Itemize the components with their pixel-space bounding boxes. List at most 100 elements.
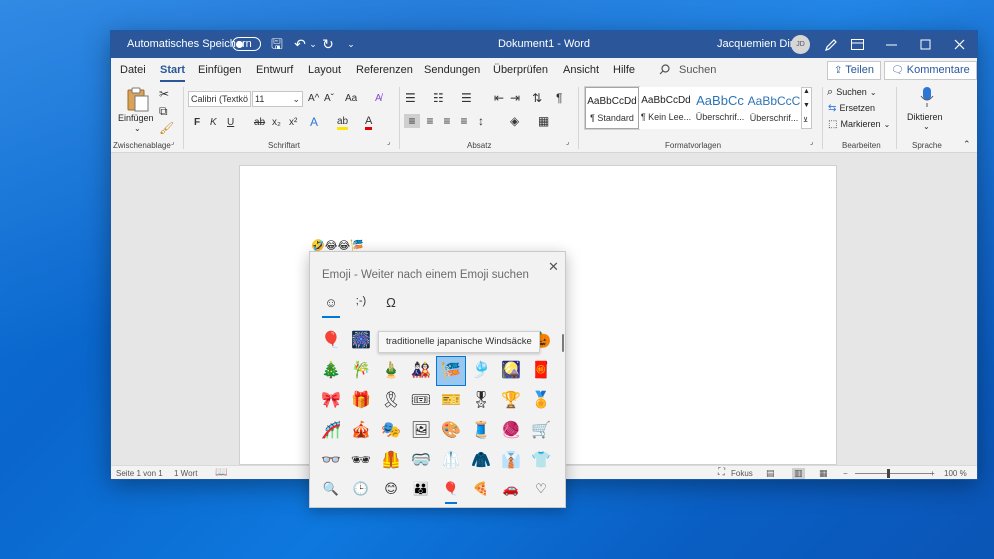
tab-sendungen[interactable]: Sendungen	[424, 64, 480, 76]
emoji-cell[interactable]: 🎭	[376, 416, 406, 446]
italic-button[interactable]: K	[210, 116, 217, 130]
dictate-button[interactable]: Diktieren ⌄	[903, 86, 951, 132]
category-symbols-heart-icon[interactable]: ♡	[530, 479, 552, 499]
emoji-cell[interactable]: 🦺	[376, 446, 406, 476]
tab-ueberpruefen[interactable]: Überprüfen	[493, 64, 548, 76]
tab-datei[interactable]: Datei	[120, 64, 146, 76]
tab-emoji[interactable]: ☺	[319, 295, 343, 318]
emoji-cell[interactable]: 🧵	[466, 416, 496, 446]
emoji-cell[interactable]: 🧥	[466, 446, 496, 476]
clear-formatting-icon[interactable]: A̸	[375, 92, 382, 106]
emoji-cell[interactable]: 🕶	[346, 446, 376, 476]
focus-label[interactable]: Fokus	[731, 469, 753, 478]
emoji-cell[interactable]: 🥼	[436, 446, 466, 476]
undo-dropdown-icon[interactable]: ⌄	[305, 36, 321, 52]
styles-launcher-icon[interactable]: ⌟	[810, 136, 813, 150]
bold-button[interactable]: F	[194, 116, 200, 130]
tab-hilfe[interactable]: Hilfe	[613, 64, 635, 76]
superscript-button[interactable]: x²	[289, 116, 297, 130]
font-launcher-icon[interactable]: ⌟	[387, 136, 390, 150]
read-mode-icon[interactable]: ▤	[766, 468, 775, 479]
emoji-cell[interactable]: 🎄	[316, 356, 346, 386]
show-marks-icon[interactable]: ¶	[556, 91, 562, 105]
page-count[interactable]: Seite 1 von 1	[116, 469, 163, 478]
align-right-icon[interactable]: ≡	[439, 114, 455, 128]
emoji-scrollbar[interactable]	[562, 334, 564, 352]
emoji-cell[interactable]: 🏆	[496, 386, 526, 416]
close-window-icon[interactable]	[942, 31, 976, 58]
category-travel-icon[interactable]: 🚗	[500, 479, 522, 499]
redo-icon[interactable]: ↻	[320, 36, 336, 52]
tab-entwurf[interactable]: Entwurf	[256, 64, 293, 76]
tab-symbols[interactable]: Ω	[379, 295, 403, 310]
increase-indent-icon[interactable]: ⇥	[510, 91, 520, 105]
emoji-cell[interactable]: 🎋	[346, 356, 376, 386]
line-spacing-icon[interactable]: ↕	[478, 114, 484, 128]
emoji-cell[interactable]: 🎈	[316, 326, 346, 356]
zoom-in-button[interactable]: +	[930, 469, 935, 478]
word-count[interactable]: 1 Wort	[174, 469, 197, 478]
replace-button[interactable]: ⇆ Ersetzen	[828, 102, 875, 114]
category-search-icon[interactable]: 🔍	[320, 479, 342, 499]
tab-start[interactable]: Start	[160, 64, 186, 82]
decrease-indent-icon[interactable]: ⇤	[494, 91, 504, 105]
emoji-cell[interactable]: 🧧	[526, 356, 556, 386]
emoji-cell[interactable]: 🎍	[376, 356, 406, 386]
sort-icon[interactable]: ⇅	[532, 91, 542, 105]
select-button[interactable]: ⬚ Markieren ⌄	[828, 118, 890, 130]
emoji-cell[interactable]: 🎖	[466, 386, 496, 416]
shading-icon[interactable]: ◈	[510, 114, 519, 128]
clipboard-launcher-icon[interactable]: ⌟	[171, 136, 174, 150]
close-icon[interactable]: ✕	[548, 259, 559, 275]
user-name[interactable]: Jacquemien Dirk	[717, 38, 799, 50]
autosave-toggle[interactable]	[232, 37, 261, 51]
save-icon[interactable]: 🖫	[269, 36, 285, 52]
emoji-cell[interactable]: 🖼	[406, 416, 436, 446]
category-people-icon[interactable]: 👪	[410, 479, 432, 499]
focus-icon[interactable]: ⛶	[718, 467, 725, 478]
shrink-font-icon[interactable]: Aˇ	[324, 92, 334, 106]
category-celebration-icon[interactable]: 🎈	[440, 479, 462, 504]
emoji-cell[interactable]: 🎐	[466, 356, 496, 386]
web-layout-icon[interactable]: ▦	[819, 468, 828, 479]
zoom-slider-handle[interactable]	[887, 469, 890, 478]
copy-icon[interactable]: ⧉	[159, 104, 168, 118]
category-food-icon[interactable]: 🍕	[470, 479, 492, 499]
maximize-icon[interactable]	[908, 31, 942, 58]
multilevel-list-icon[interactable]: ☰	[461, 91, 472, 105]
highlight-icon[interactable]: ab	[337, 116, 349, 130]
zoom-slider[interactable]	[855, 473, 931, 474]
emoji-cell[interactable]: 🏅	[526, 386, 556, 416]
style-standard[interactable]: AaBbCcDd ¶ Standard	[584, 86, 640, 130]
numbering-icon[interactable]: ☷	[433, 91, 444, 105]
styles-scroll[interactable]: ▲ ▼ ⊻	[801, 87, 812, 129]
style-heading-2[interactable]: AaBbCcC Überschrif...	[747, 87, 801, 129]
category-smileys-icon[interactable]: 😊	[380, 479, 402, 499]
strikethrough-button[interactable]: ab	[254, 116, 265, 130]
emoji-cell[interactable]: 🎆	[346, 326, 376, 356]
comments-button[interactable]: 🗨 Kommentare	[884, 61, 977, 80]
tab-einfuegen[interactable]: Einfügen	[198, 64, 241, 76]
emoji-cell[interactable]: 🎨	[436, 416, 466, 446]
emoji-cell[interactable]: 🎟	[406, 386, 436, 416]
cut-icon[interactable]: ✂	[159, 87, 169, 101]
format-painter-icon[interactable]: 🖌	[159, 121, 174, 135]
emoji-cell[interactable]: 🎑	[496, 356, 526, 386]
zoom-level[interactable]: 100 %	[944, 469, 967, 478]
font-size-dropdown[interactable]: 11 ⌄	[252, 91, 303, 107]
text-effects-icon[interactable]: A	[310, 115, 318, 129]
grow-font-icon[interactable]: A^	[308, 92, 319, 106]
search-box[interactable]: Suchen	[679, 64, 716, 76]
emoji-cell[interactable]: 🎗	[376, 386, 406, 416]
borders-icon[interactable]: ▦	[538, 114, 549, 128]
category-recent-icon[interactable]: 🕒	[350, 479, 372, 499]
customize-toolbar-icon[interactable]: ⌄	[343, 36, 359, 52]
tab-kaomoji[interactable]: ;-)	[349, 295, 373, 307]
style-no-spacing[interactable]: AaBbCcDd ¶ Kein Lee...	[639, 87, 693, 129]
emoji-cell[interactable]: 🥽	[406, 446, 436, 476]
proofing-icon[interactable]: 📖	[215, 467, 227, 478]
emoji-cell[interactable]: 👔	[496, 446, 526, 476]
emoji-cell[interactable]: 👕	[526, 446, 556, 476]
minimize-icon[interactable]	[874, 31, 908, 58]
zoom-out-button[interactable]: −	[843, 469, 848, 478]
